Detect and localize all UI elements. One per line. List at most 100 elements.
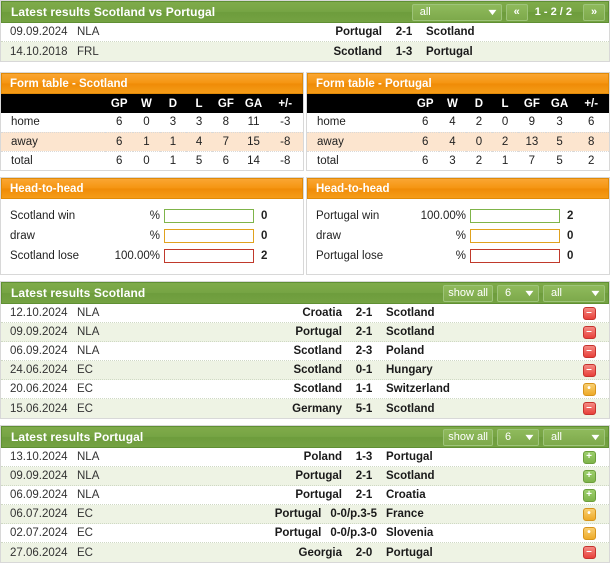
prev-page-button[interactable]: « [505,3,528,21]
form-cell-GA: 14 [247,154,260,167]
form-cell-D: 3 [159,113,187,133]
h2h-bar [470,249,560,263]
match-row[interactable]: 14.10.2018 FRL Scotland 1-3 Portugal [1,42,609,61]
h2h-latest-results-title: Latest results Scotland vs Portugal [11,5,216,19]
match-row[interactable]: 15.06.2024 EC Germany 5-1 Scotland – [1,399,609,418]
latest-results-portugal-panel: Latest results Portugal show all 6 ▼ all… [0,425,610,563]
h2h-latest-results-header: Latest results Scotland vs Portugal all … [1,1,609,23]
form-cell-W: 1 [133,132,160,152]
away-team: Scotland [386,326,435,338]
count-select-portugal[interactable]: 6 ▼ [497,428,539,446]
h2h-count: 0 [567,250,574,262]
match-date: 06.07.2024 [10,508,68,520]
draw-result-icon[interactable]: • [582,507,596,521]
form-cell-W: 4 [439,113,466,133]
match-score: 0-0/p.3-5 [330,508,377,520]
form-col-header: D [159,94,187,113]
away-team: France [386,508,424,520]
win-result-icon[interactable]: + [582,450,596,464]
h2h-bar [164,229,254,243]
match-score: 2-1 [395,26,413,38]
match-league: EC [77,546,93,559]
match-score: 0-1 [355,364,373,376]
h2h-filter-select[interactable]: all ▼ [411,3,502,21]
head-to-head-row: Head-to-head Scotland win% 0 draw% 0 Scotlan… [0,177,610,275]
filter-select-scotland[interactable]: all ▼ [543,284,605,302]
latest-results-scotland-header: Latest results Scotland show all 6 ▼ all… [1,282,609,304]
match-row[interactable]: 27.06.2024 EC Georgia 2-0 Portugal – [1,543,609,562]
form-col-header: GF [518,94,546,113]
form-cell-L: 3 [186,113,213,133]
head-to-head-scotland-panel: Head-to-head Scotland win% 0 draw% 0 Scotlan… [0,177,304,275]
h2h-label: Portugal win [316,210,380,222]
form-col-header [307,94,412,113]
match-score: 1-3 [355,451,373,463]
form-col-header: GA [239,94,268,113]
lose-result-icon[interactable]: – [582,325,596,339]
match-league: EC [77,364,93,376]
form-cell-W: 3 [449,154,456,167]
away-team: Switzerland [386,383,450,395]
match-row[interactable]: 12.10.2024 NLA Croatia 2-1 Scotland – [1,304,609,323]
match-date: 06.09.2024 [10,345,68,357]
form-cell-W: 0 [143,154,150,167]
form-table-row: total 6 3 2 1 7 5 2 [307,151,609,170]
h2h-count: 2 [261,250,268,262]
filter-select-portugal[interactable]: all ▼ [543,428,605,446]
win-result-icon[interactable]: + [582,488,596,502]
match-row[interactable]: 02.07.2024 EC Portugal 0-0/p.3-0 Slovenia • [1,524,609,543]
match-league: NLA [77,489,100,501]
draw-result-icon[interactable]: • [582,526,596,540]
lose-result-icon[interactable]: – [582,344,596,358]
h2h-count: 0 [261,230,268,242]
win-result-icon[interactable]: + [582,469,596,483]
match-row[interactable]: 20.06.2024 EC Scotland 1-1 Switzerland • [1,380,609,399]
home-team: Portugal [274,527,322,539]
match-row[interactable]: 24.06.2024 EC Scotland 0-1 Hungary – [1,361,609,380]
form-table-portugal-header: Form table - Portugal [307,73,609,94]
match-row[interactable]: 06.07.2024 EC Portugal 0-0/p.3-5 France • [1,505,609,524]
form-cell-L: 5 [195,154,203,167]
away-team: Portugal [426,45,473,58]
lose-result-icon[interactable]: – [582,402,596,415]
match-row[interactable]: 09.09.2024 NLA Portugal 2-1 Scotland [1,23,609,42]
h2h-percent: % [149,230,160,242]
home-team: Germany [292,402,342,415]
match-score: 5-1 [355,402,373,415]
show-all-button-scotland[interactable]: show all [443,284,493,302]
match-date: 20.06.2024 [10,383,68,395]
lose-result-icon[interactable]: – [582,306,596,320]
lose-result-icon[interactable]: – [582,546,596,559]
match-row[interactable]: 09.09.2024 NLA Portugal 2-1 Scotland + [1,467,609,486]
h2h-count: 2 [567,210,574,222]
match-score: 2-1 [355,307,373,319]
form-cell-pm: -3 [267,113,303,133]
h2h-percent: % [455,250,466,262]
form-col-header [1,94,106,113]
match-league: NLA [77,470,100,482]
latest-results-portugal-header: Latest results Portugal show all 6 ▼ all… [1,426,609,448]
form-col-header: +/- [573,94,609,113]
show-all-button-portugal[interactable]: show all [443,428,493,446]
form-cell-L: 4 [186,132,213,152]
draw-result-icon[interactable]: • [582,382,596,396]
form-table-scotland: GP W D L GF GA +/- home 6 0 3 3 8 11 -3 away 6 1 1 4 7 15 -8 to… [1,94,303,170]
match-row[interactable]: 06.09.2024 NLA Scotland 2-3 Poland – [1,342,609,361]
match-league: NLA [77,307,100,319]
h2h-bar [164,249,254,263]
form-cell-D: 1 [159,132,187,152]
home-team: Portugal [295,326,342,338]
match-row[interactable]: 09.09.2024 NLA Portugal 2-1 Scotland – [1,323,609,342]
match-row[interactable]: 13.10.2024 NLA Poland 1-3 Portugal + [1,448,609,467]
match-date: 12.10.2024 [10,307,68,319]
lose-result-icon[interactable]: – [582,363,596,377]
h2h-percent: % [149,210,160,222]
form-table-scotland-header: Form table - Scotland [1,73,303,94]
match-row[interactable]: 06.09.2024 NLA Portugal 2-1 Croatia + [1,486,609,505]
count-select-scotland[interactable]: 6 ▼ [497,284,539,302]
home-team: Poland [303,451,342,463]
next-page-button[interactable]: » [583,3,605,21]
form-cell-pm: 6 [573,113,609,133]
match-league: FRL [77,45,99,58]
match-league: NLA [77,26,100,38]
